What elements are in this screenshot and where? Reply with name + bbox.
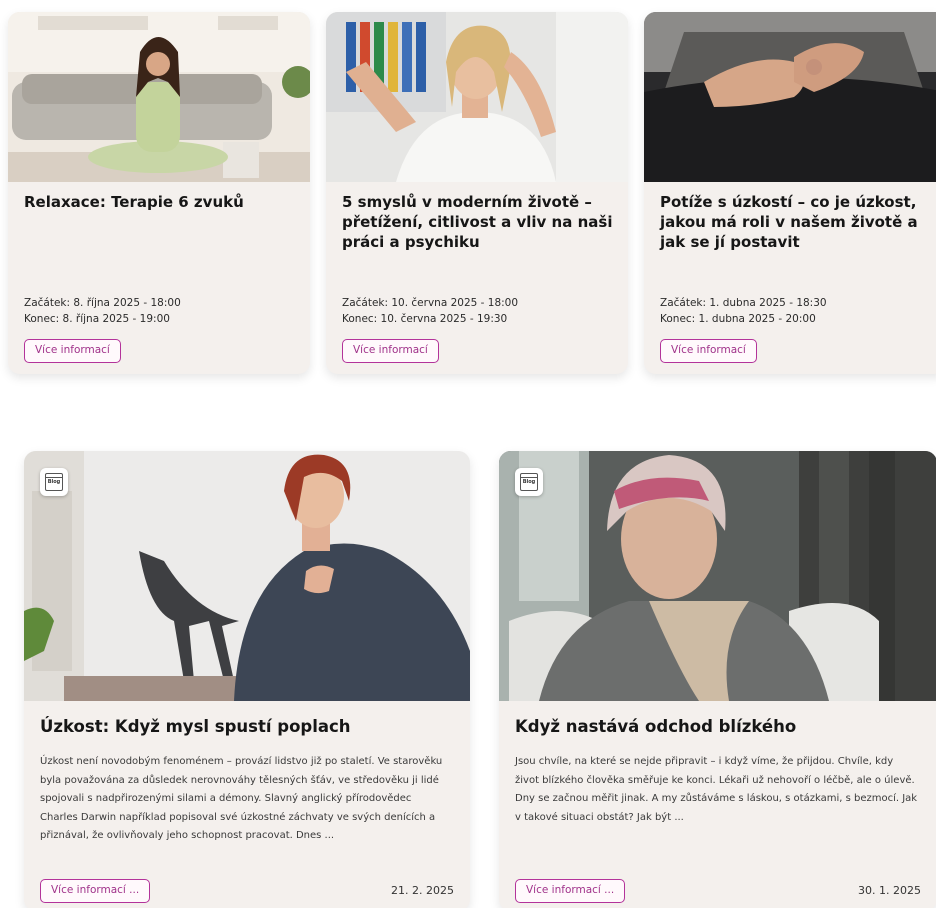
event-title[interactable]: 5 smyslů v moderním životě – přetížení, … xyxy=(342,192,614,252)
event-card[interactable]: Potíže s úzkostí – co je úzkost, jakou m… xyxy=(644,12,936,374)
event-card[interactable]: Relaxace: Terapie 6 zvuků Začátek: 8. ří… xyxy=(8,12,310,374)
blog-card[interactable]: Blog Úzkost: Když mysl spustí poplach Úz… xyxy=(24,451,470,908)
woman-meditating-photo[interactable] xyxy=(8,12,310,182)
post-excerpt: Úzkost není novodobým fenoménem – prováz… xyxy=(40,756,443,841)
more-info-button[interactable]: Více informací xyxy=(24,339,121,363)
stressed-woman-photo[interactable] xyxy=(326,12,628,182)
event-end: Konec: 1. dubna 2025 - 20:00 xyxy=(660,313,816,325)
event-dates: Začátek: 10. června 2025 - 18:00 Konec: … xyxy=(342,295,518,327)
blog-icon: Blog xyxy=(45,473,63,491)
event-dates: Začátek: 8. října 2025 - 18:00 Konec: 8.… xyxy=(24,295,181,327)
event-dates: Začátek: 1. dubna 2025 - 18:30 Konec: 1.… xyxy=(660,295,827,327)
more-info-button[interactable]: Více informací ... xyxy=(515,879,626,903)
more-info-button[interactable]: Více informací xyxy=(342,339,439,363)
blog-badge: Blog xyxy=(40,468,68,496)
more-info-button[interactable]: Více informací xyxy=(660,339,757,363)
blog-card[interactable]: Blog Když nastává odchod blízkého Jsou c… xyxy=(499,451,936,908)
event-start: Začátek: 10. června 2025 - 18:00 xyxy=(342,297,519,309)
event-end: Konec: 10. června 2025 - 19:30 xyxy=(342,313,508,325)
event-title[interactable]: Potíže s úzkostí – co je úzkost, jakou m… xyxy=(660,192,932,252)
anxious-woman-photo[interactable] xyxy=(24,451,470,701)
event-card[interactable]: 5 smyslů v moderním životě – přetížení, … xyxy=(326,12,628,374)
clasped-hands-photo[interactable] xyxy=(644,12,936,182)
post-title[interactable]: Když nastává odchod blízkého xyxy=(515,717,796,736)
event-title[interactable]: Relaxace: Terapie 6 zvuků xyxy=(24,192,296,212)
event-start: Začátek: 1. dubna 2025 - 18:30 xyxy=(660,297,827,309)
post-date: 30. 1. 2025 xyxy=(858,884,921,897)
post-excerpt: Jsou chvíle, na které se nejde připravit… xyxy=(515,756,918,823)
post-title[interactable]: Úzkost: Když mysl spustí poplach xyxy=(40,717,351,736)
elderly-patient-photo[interactable] xyxy=(499,451,936,701)
event-start: Začátek: 8. října 2025 - 18:00 xyxy=(24,297,181,309)
post-date: 21. 2. 2025 xyxy=(391,884,454,897)
event-end: Konec: 8. října 2025 - 19:00 xyxy=(24,313,170,325)
blog-badge: Blog xyxy=(515,468,543,496)
more-info-button[interactable]: Více informací ... xyxy=(40,879,151,903)
blog-icon: Blog xyxy=(520,473,538,491)
